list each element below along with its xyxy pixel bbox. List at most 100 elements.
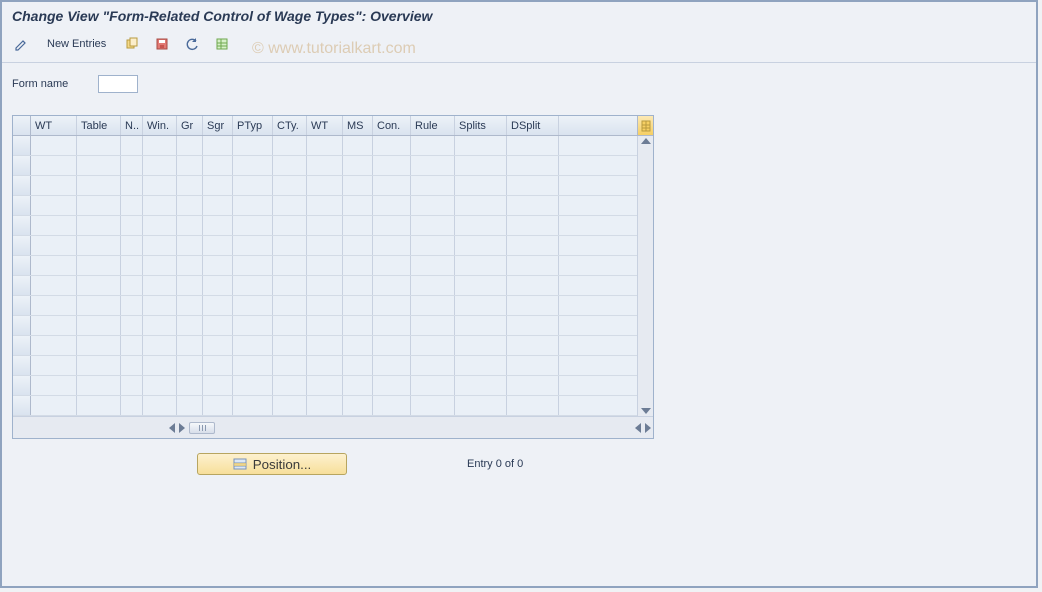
toggle-edit-button[interactable] [10,34,32,54]
grid-cell[interactable] [31,136,77,155]
grid-cell[interactable] [77,156,121,175]
grid-cell[interactable] [77,236,121,255]
grid-cell[interactable] [77,256,121,275]
grid-cell[interactable] [455,136,507,155]
scroll-left-icon[interactable] [169,423,175,433]
grid-cell[interactable] [455,396,507,415]
grid-cell[interactable] [177,176,203,195]
grid-cell[interactable] [273,176,307,195]
grid-cell[interactable] [307,356,343,375]
grid-cell[interactable] [77,176,121,195]
grid-corner[interactable] [13,116,31,135]
grid-cell[interactable] [233,216,273,235]
col-header[interactable]: PTyp [233,116,273,135]
grid-cell[interactable] [77,296,121,315]
row-selector[interactable] [13,256,31,275]
grid-cell[interactable] [343,356,373,375]
grid-cell[interactable] [455,156,507,175]
grid-cell[interactable] [31,256,77,275]
grid-cell[interactable] [143,236,177,255]
grid-cell[interactable] [507,156,559,175]
grid-cell[interactable] [233,236,273,255]
grid-cell[interactable] [373,216,411,235]
col-header[interactable]: Gr [177,116,203,135]
grid-cell[interactable] [203,296,233,315]
row-selector[interactable] [13,396,31,415]
row-selector[interactable] [13,336,31,355]
grid-cell[interactable] [507,276,559,295]
form-name-input[interactable] [98,75,138,93]
vertical-scrollbar[interactable] [637,136,653,416]
grid-cell[interactable] [177,216,203,235]
grid-cell[interactable] [273,296,307,315]
grid-cell[interactable] [411,316,455,335]
grid-cell[interactable] [273,196,307,215]
grid-cell[interactable] [507,196,559,215]
grid-cell[interactable] [233,336,273,355]
grid-cell[interactable] [233,316,273,335]
grid-cell[interactable] [177,156,203,175]
grid-cell[interactable] [121,316,143,335]
grid-cell[interactable] [121,236,143,255]
grid-cell[interactable] [273,156,307,175]
grid-cell[interactable] [143,256,177,275]
grid-cell[interactable] [411,296,455,315]
grid-cell[interactable] [203,156,233,175]
grid-cell[interactable] [203,396,233,415]
grid-cell[interactable] [343,216,373,235]
grid-cell[interactable] [343,176,373,195]
col-header[interactable]: DSplit [507,116,559,135]
grid-cell[interactable] [77,336,121,355]
grid-cell[interactable] [121,396,143,415]
grid-cell[interactable] [343,256,373,275]
grid-cell[interactable] [121,336,143,355]
col-header[interactable]: Sgr [203,116,233,135]
grid-cell[interactable] [307,236,343,255]
grid-cell[interactable] [507,176,559,195]
row-selector[interactable] [13,216,31,235]
grid-cell[interactable] [373,196,411,215]
grid-cell[interactable] [143,336,177,355]
grid-cell[interactable] [307,136,343,155]
grid-cell[interactable] [31,156,77,175]
scroll-handle[interactable] [189,422,215,434]
grid-cell[interactable] [31,296,77,315]
grid-cell[interactable] [411,196,455,215]
grid-cell[interactable] [177,316,203,335]
grid-cell[interactable] [31,376,77,395]
position-button[interactable]: Position... [197,453,347,475]
grid-cell[interactable] [31,216,77,235]
grid-cell[interactable] [307,176,343,195]
grid-cell[interactable] [143,396,177,415]
grid-cell[interactable] [121,256,143,275]
col-header[interactable]: Rule [411,116,455,135]
grid-cell[interactable] [273,356,307,375]
grid-cell[interactable] [307,276,343,295]
grid-cell[interactable] [455,316,507,335]
col-header[interactable]: N.. [121,116,143,135]
grid-cell[interactable] [307,216,343,235]
grid-cell[interactable] [177,396,203,415]
grid-cell[interactable] [343,296,373,315]
grid-cell[interactable] [31,316,77,335]
grid-cell[interactable] [177,336,203,355]
grid-cell[interactable] [233,256,273,275]
grid-cell[interactable] [507,376,559,395]
scroll-up-icon[interactable] [641,138,651,144]
grid-cell[interactable] [373,376,411,395]
grid-cell[interactable] [31,236,77,255]
grid-config-button[interactable] [637,116,653,136]
grid-cell[interactable] [121,296,143,315]
grid-cell[interactable] [203,196,233,215]
grid-cell[interactable] [411,276,455,295]
grid-cell[interactable] [507,316,559,335]
grid-cell[interactable] [143,316,177,335]
grid-cell[interactable] [507,396,559,415]
grid-cell[interactable] [177,236,203,255]
row-selector[interactable] [13,376,31,395]
grid-cell[interactable] [203,376,233,395]
grid-cell[interactable] [233,176,273,195]
grid-cell[interactable] [411,376,455,395]
grid-cell[interactable] [233,396,273,415]
grid-cell[interactable] [455,176,507,195]
